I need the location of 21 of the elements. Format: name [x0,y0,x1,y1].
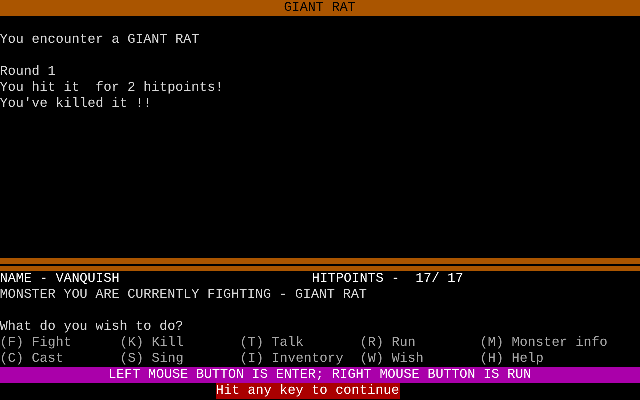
log-message: You encounter a GIANT RAT [0,32,200,47]
command-option[interactable]: (F) Fight [0,335,72,350]
command-option[interactable]: (I) Inventory [240,351,344,366]
mouse-hint-bar: LEFT MOUSE BUTTON IS ENTER; RIGHT MOUSE BUTTON IS RUN [0,367,640,383]
command-option[interactable]: (S) Sing [120,351,184,366]
command-option[interactable]: (T) Talk [240,335,304,350]
command-option[interactable]: (K) Kill [120,335,184,350]
player-name: NAME - VANQUISH [0,271,121,287]
command-option[interactable]: (M) Monster info [480,335,608,350]
hitpoints-readout: HITPOINTS - 17/ 17 [312,271,464,287]
log-message: You hit it for 2 hitpoints! [0,80,224,95]
continue-prompt: Hit any key to continue [216,383,400,399]
command-option[interactable]: (H) Help [480,351,544,366]
command-option[interactable]: (R) Run [360,335,416,350]
command-option[interactable]: (W) Wish [360,351,424,366]
log-message: You've killed it !! [0,96,152,111]
log-message: Round 1 [0,64,56,79]
command-option[interactable]: (C) Cast [0,351,64,366]
monster-status: MONSTER YOU ARE CURRENTLY FIGHTING - GIANT RAT [0,287,368,302]
title-bar: GIANT RAT [0,0,640,16]
prompt-text: What do you wish to do? [0,319,184,334]
